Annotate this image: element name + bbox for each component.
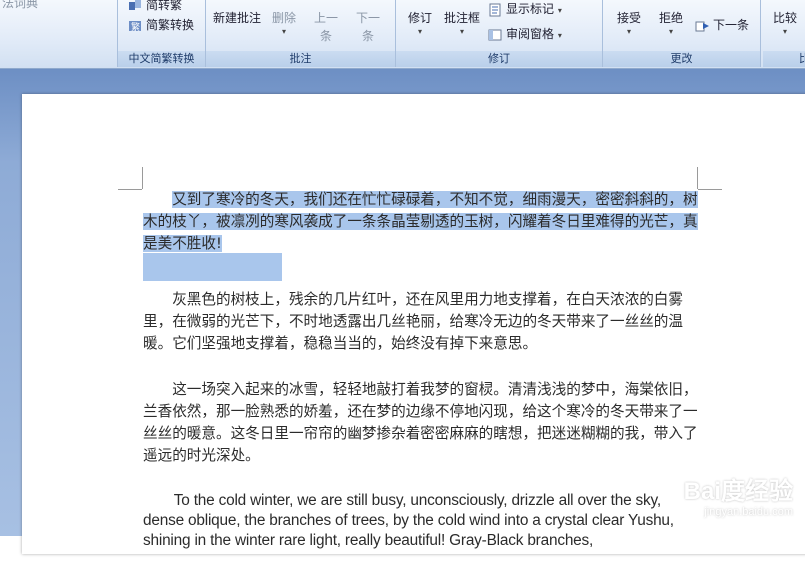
paragraph-2[interactable]: 灰黑色的树枝上，残余的几片红叶，还在风里用力地支撑着，在白天浓浓的白雾里，在微弱… (143, 289, 698, 355)
crop-mark-top-left-h (118, 189, 142, 190)
document-body[interactable]: 又到了寒冷的冬天，我们还在忙忙碌碌着，不知不觉，细雨漫天，密密斜斜的，树木的枝丫… (143, 189, 698, 575)
crop-mark-top-left-v (142, 167, 143, 189)
reviewing-pane-icon (488, 28, 502, 42)
balloons-dropdown-arrow-icon: ▾ (460, 27, 465, 36)
previous-comment-button[interactable]: 上一条 (314, 9, 338, 45)
accept-label: 接受 (617, 11, 642, 25)
reject-label: 拒绝 (659, 11, 684, 25)
show-markup-button[interactable]: 显示标记 ▾ (488, 0, 562, 17)
conversion-options-icon: 繁 (128, 19, 142, 33)
delete-comment-label: 删除 (272, 11, 297, 25)
crop-mark-top-right-h (698, 189, 722, 190)
reviewing-pane-label: 审阅窗格 (506, 27, 555, 41)
balloons-button[interactable]: 批注框 ▾ (444, 9, 481, 36)
comments-group: 新建批注 删除 ▾ 上一条 下一条 批注 (206, 0, 396, 67)
paragraph-1[interactable]: 又到了寒冷的冬天，我们还在忙忙碌碌着，不知不觉，细雨漫天，密密斜斜的，树木的枝丫… (143, 189, 698, 281)
comments-group-label: 批注 (206, 51, 395, 67)
thesaurus-button-partial[interactable]: 法词典 (2, 0, 38, 11)
compare-button[interactable]: 比较 ▾ (773, 9, 798, 36)
new-comment-button[interactable]: 新建批注 (213, 9, 261, 26)
track-dropdown-arrow-icon: ▾ (418, 27, 423, 36)
changes-group-label: 更改 (603, 51, 760, 67)
track-changes-label: 修订 (408, 11, 433, 25)
simplified-to-traditional-label: 简转繁 (146, 0, 183, 12)
track-changes-button[interactable]: 修订 ▾ (408, 9, 433, 36)
watermark-main: Bai度经验 (683, 478, 793, 505)
svg-text:繁: 繁 (131, 21, 140, 33)
proofing-group-partial: 法词典 (0, 0, 118, 67)
compare-dropdown-arrow-icon: ▾ (783, 27, 788, 36)
conversion-options-button[interactable]: 繁简繁转换 (128, 16, 194, 33)
show-markup-icon (488, 3, 502, 17)
next-change-button[interactable]: 下一条 (695, 16, 749, 33)
balloons-label: 批注框 (444, 11, 481, 25)
baidu-jingyan-watermark: Bai度经验 jingyan.baidu.com (684, 471, 793, 518)
ribbon: 法词典 简转繁 繁简繁转换 中文简繁转换 新建批注 删除 ▾ 上一条 下一条 批… (0, 0, 805, 69)
next-change-icon (695, 19, 709, 33)
delete-dropdown-arrow-icon: ▾ (282, 27, 287, 36)
reviewing-pane-button[interactable]: 审阅窗格 ▾ (488, 25, 562, 42)
watermark-sub: jingyan.baidu.com (704, 506, 793, 518)
selection-paragraph-mark (143, 253, 282, 281)
show-markup-dropdown-icon: ▾ (557, 6, 562, 15)
next-change-label: 下一条 (713, 18, 750, 32)
show-markup-label: 显示标记 (506, 2, 555, 16)
chinese-conversion-group-label: 中文简繁转换 (118, 51, 205, 67)
conversion-options-label: 简繁转换 (146, 18, 195, 32)
reject-dropdown-arrow-icon: ▾ (669, 27, 674, 36)
accept-dropdown-arrow-icon: ▾ (627, 27, 632, 36)
crop-mark-top-right-v (697, 167, 698, 189)
changes-group: 接受 ▾ 拒绝 ▾ 下一条 更改 (603, 0, 761, 67)
paragraph-4[interactable]: To the cold winter, we are still busy, u… (143, 491, 698, 551)
tracking-group-label: 修订 (396, 51, 602, 67)
reviewing-pane-dropdown-icon: ▾ (557, 31, 562, 40)
paragraph-3[interactable]: 这一场突入起来的冰雪，轻轻地敲打着我梦的窗棂。清清浅浅的梦中，海棠依旧，兰香依然… (143, 379, 698, 467)
convert-icon (128, 0, 142, 13)
selected-text: 又到了寒冷的冬天，我们还在忙忙碌碌着，不知不觉，细雨漫天，密密斜斜的，树木的枝丫… (143, 191, 698, 252)
reject-button[interactable]: 拒绝 ▾ (659, 9, 684, 36)
chinese-conversion-group: 简转繁 繁简繁转换 中文简繁转换 (118, 0, 206, 67)
compare-label: 比较 (773, 11, 798, 25)
simplified-to-traditional-button[interactable]: 简转繁 (128, 0, 182, 13)
accept-button[interactable]: 接受 ▾ (617, 9, 642, 36)
document-workspace: 又到了寒冷的冬天，我们还在忙忙碌碌着，不知不觉，细雨漫天，密密斜斜的，树木的枝丫… (0, 69, 805, 554)
compare-group-label: 比 (763, 51, 805, 67)
next-comment-button[interactable]: 下一条 (356, 9, 380, 45)
tracking-group: 修订 ▾ 批注框 ▾ 显示标记 ▾ 审阅窗格 ▾ 修订 (396, 0, 603, 67)
delete-comment-button[interactable]: 删除 ▾ (272, 9, 297, 36)
compare-group: 比较 ▾ 比 (763, 0, 805, 67)
